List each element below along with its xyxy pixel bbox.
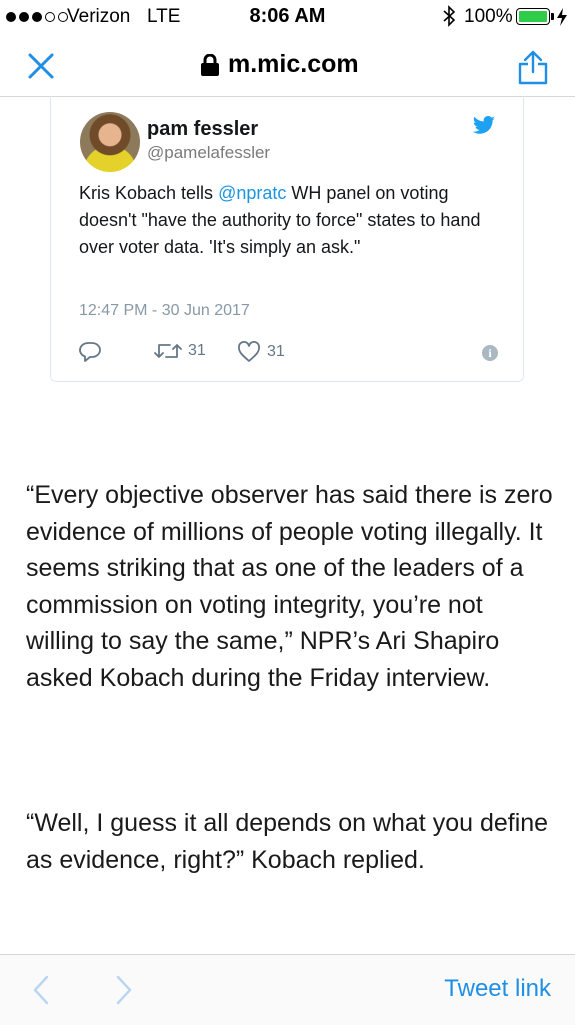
page-url: m.mic.com: [228, 50, 359, 78]
status-bar: Verizon LTE 8:06 AM 100%: [0, 0, 575, 34]
reply-button[interactable]: [78, 341, 102, 363]
forward-chevron-icon[interactable]: [116, 975, 132, 1005]
reply-icon: [79, 342, 101, 362]
tweet-link-button[interactable]: Tweet link: [444, 975, 551, 1003]
address-bar[interactable]: m.mic.com: [200, 50, 359, 79]
tweet-author-name[interactable]: pam fessler: [147, 118, 258, 141]
info-icon[interactable]: i: [482, 345, 498, 361]
back-chevron-icon[interactable]: [33, 975, 49, 1005]
tweet-author-handle[interactable]: @pamelafessler: [147, 143, 270, 163]
heart-icon: [238, 341, 260, 362]
battery-tip: [551, 13, 554, 20]
tweet-timestamp[interactable]: 12:47 PM - 30 Jun 2017: [79, 302, 250, 320]
lock-icon: [201, 53, 219, 76]
close-icon[interactable]: [28, 53, 54, 79]
retweet-button[interactable]: 31: [154, 341, 206, 361]
avatar[interactable]: [80, 112, 140, 172]
embedded-tweet[interactable]: pam fessler @pamelafessler Kris Kobach t…: [50, 96, 524, 382]
retweet-icon: [154, 344, 182, 358]
twitter-bird-icon[interactable]: [472, 116, 496, 136]
battery-percent: 100%: [464, 6, 513, 27]
bottom-toolbar: Tweet link: [0, 954, 575, 1025]
tweet-actions: 31 31 i: [78, 341, 498, 367]
tweet-text-part: Kris Kobach tells: [79, 183, 219, 203]
tweet-text: Kris Kobach tells @npratc WH panel on vo…: [79, 180, 499, 261]
browser-nav-bar: m.mic.com: [0, 34, 575, 97]
article-paragraph: “Well, I guess it all depends on what yo…: [26, 809, 549, 874]
bluetooth-icon: [443, 5, 456, 27]
charging-bolt-icon: [557, 8, 567, 26]
battery-icon: [516, 8, 550, 25]
share-icon[interactable]: [516, 49, 550, 85]
retweet-count: 31: [188, 342, 206, 359]
like-count: 31: [267, 343, 285, 360]
article-paragraph: “Every objective observer has said there…: [26, 481, 553, 692]
like-button[interactable]: 31: [237, 341, 285, 363]
tweet-mention-link[interactable]: @npratc: [218, 183, 286, 203]
